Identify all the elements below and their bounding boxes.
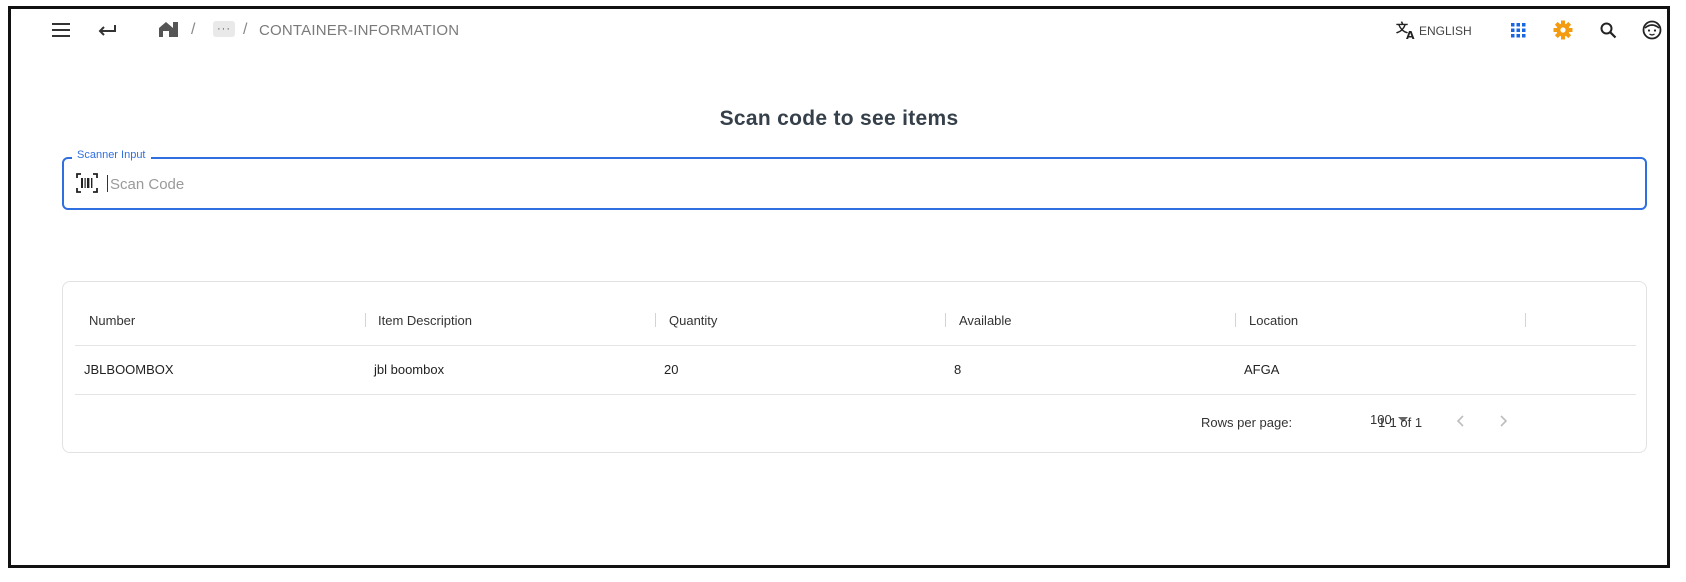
column-divider[interactable]	[1525, 313, 1526, 327]
column-divider[interactable]	[1235, 313, 1236, 327]
barcode-scanner-icon	[76, 173, 98, 193]
table-row[interactable]: JBLBOOMBOX jbl boombox 20 8 AFGA	[75, 345, 1636, 395]
cell-quantity: 20	[664, 362, 679, 377]
cell-item-description: jbl boombox	[374, 362, 445, 377]
top-bar: / ··· / CONTAINER-INFORMATION 文A ENGLISH	[11, 9, 1667, 51]
home-icon[interactable]	[157, 18, 181, 40]
page-title: Scan code to see items	[719, 107, 959, 130]
column-divider[interactable]	[945, 313, 946, 327]
language-selector[interactable]: ENGLISH	[1419, 24, 1472, 38]
next-page-icon[interactable]	[1493, 410, 1515, 432]
back-arrow-icon[interactable]	[95, 19, 119, 41]
breadcrumb-separator: /	[243, 21, 248, 38]
pagination-range: 1-1 of 1	[1378, 415, 1423, 430]
user-avatar-icon[interactable]	[1641, 19, 1663, 41]
scanner-input-label: Scanner Input	[72, 149, 151, 161]
menu-icon[interactable]	[49, 19, 73, 41]
column-header-number[interactable]: Number	[89, 313, 135, 328]
column-header-available[interactable]: Available	[959, 313, 1012, 328]
apps-grid-icon[interactable]	[1508, 20, 1528, 40]
cell-number: JBLBOOMBOX	[84, 362, 174, 377]
search-icon[interactable]	[1597, 19, 1619, 41]
previous-page-icon[interactable]	[1449, 410, 1471, 432]
scan-code-input[interactable]	[108, 170, 1612, 198]
column-header-location[interactable]: Location	[1249, 313, 1298, 328]
table-header: Number Item Description Quantity Availab…	[75, 282, 1636, 346]
scanner-input-field[interactable]: Scanner Input	[62, 149, 1647, 210]
breadcrumb-separator: /	[191, 21, 196, 38]
items-table-card: Number Item Description Quantity Availab…	[62, 281, 1647, 453]
translate-icon[interactable]: 文A	[1396, 19, 1418, 41]
svg-text:A: A	[1406, 29, 1415, 40]
column-divider[interactable]	[365, 313, 366, 327]
cell-available: 8	[954, 362, 962, 377]
cell-location: AFGA	[1244, 362, 1280, 377]
column-divider[interactable]	[655, 313, 656, 327]
app-window: / ··· / CONTAINER-INFORMATION 文A ENGLISH	[8, 6, 1670, 568]
breadcrumb-collapsed-button[interactable]: ···	[213, 21, 235, 37]
settings-icon[interactable]	[1552, 19, 1574, 41]
column-header-quantity[interactable]: Quantity	[669, 313, 717, 328]
table-pagination: Rows per page: 100 1-1 of 1	[63, 394, 1646, 452]
rows-per-page-label: Rows per page:	[1201, 415, 1293, 430]
breadcrumb-current: CONTAINER-INFORMATION	[259, 22, 460, 39]
column-header-item-description[interactable]: Item Description	[378, 313, 472, 328]
